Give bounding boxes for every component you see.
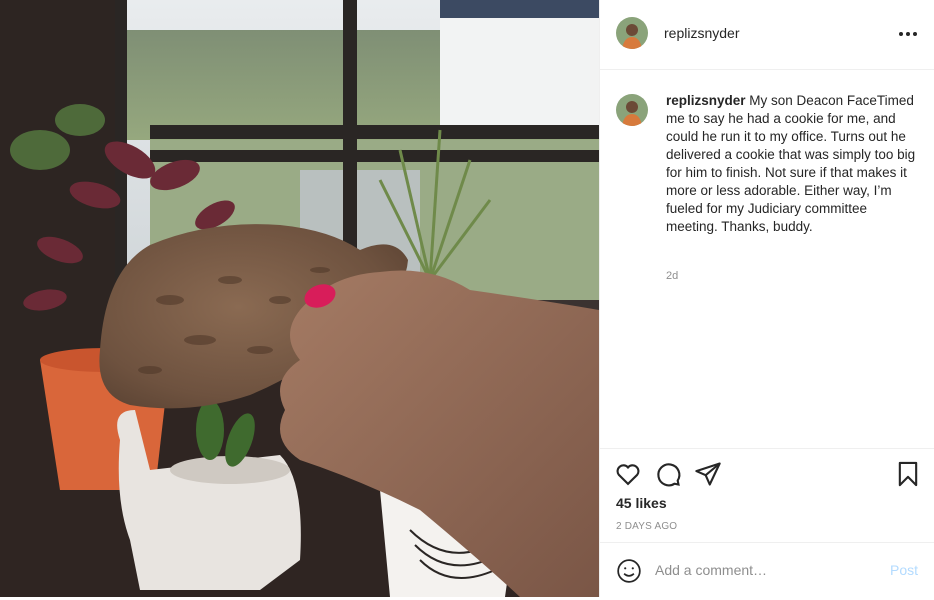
header-username[interactable]: replizsnyder (664, 25, 739, 41)
post-header: replizsnyder (600, 0, 934, 70)
caption-username[interactable]: replizsnyder (666, 93, 746, 108)
avatar[interactable] (616, 17, 648, 49)
likes-count[interactable]: 45 likes (616, 495, 667, 511)
post-image (0, 0, 599, 597)
post-comment-button[interactable]: Post (890, 562, 918, 578)
comment-bar: Post (600, 542, 934, 597)
caption-time[interactable]: 2d (666, 270, 678, 282)
more-horizontal-icon[interactable] (896, 22, 920, 46)
post-date[interactable]: 2 DAYS AGO (616, 521, 677, 532)
bookmark-icon[interactable] (894, 460, 922, 488)
caption-text: My son Deacon FaceTimed me to say he had… (666, 93, 916, 234)
smiley-icon[interactable] (616, 558, 642, 584)
caption-text-block: replizsnyder My son Deacon FaceTimed me … (666, 92, 916, 236)
post-photo[interactable] (0, 0, 599, 597)
paper-plane-icon[interactable] (694, 460, 722, 488)
caption-avatar[interactable] (616, 94, 648, 126)
heart-icon[interactable] (614, 460, 642, 488)
comment-icon[interactable] (654, 460, 682, 488)
post-sidebar: replizsnyder replizsnyder My son Deacon … (599, 0, 934, 597)
comment-input[interactable] (655, 559, 875, 581)
